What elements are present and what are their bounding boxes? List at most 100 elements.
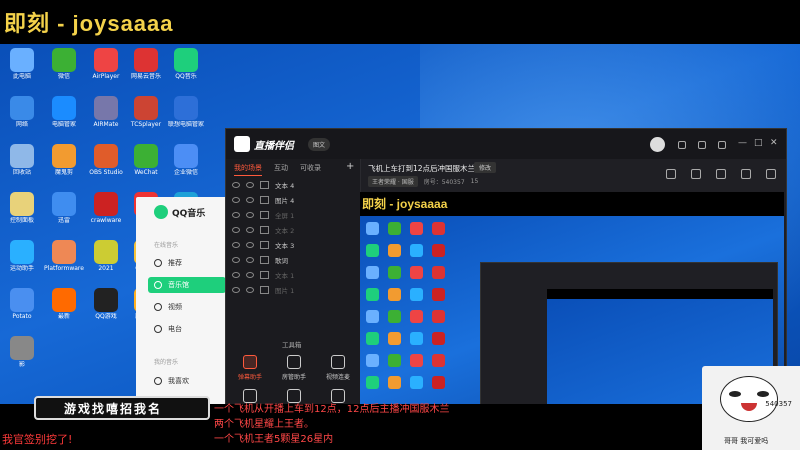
text-source-icon [260, 270, 269, 279]
lock-icon[interactable] [246, 241, 254, 248]
eye-icon[interactable] [232, 196, 240, 203]
app-icon [10, 144, 34, 168]
desktop-icon[interactable]: 控制面板 [0, 192, 44, 224]
shirt-icon[interactable] [678, 141, 686, 149]
desktop-icon[interactable]: 企业微信 [164, 144, 208, 176]
preview-app-icon [410, 266, 423, 279]
eye-icon[interactable] [232, 226, 240, 233]
lock-icon[interactable] [246, 196, 254, 203]
desktop-icon[interactable]: Platformware [42, 240, 86, 272]
desktop-icon[interactable]: 迅雷 [42, 192, 86, 224]
desktop-icon[interactable]: 电脑管家 [42, 96, 86, 128]
camera-caption: 哥哥 我可爱吗 [724, 437, 769, 445]
announcement-1: 一个飞机从开播上车到12点，12点后主播冲国服木兰 [214, 404, 450, 415]
desktop-icon[interactable]: 回收站 [0, 144, 44, 176]
desktop-icon[interactable]: 微信 [42, 48, 86, 80]
scene-source-row[interactable]: 文本 3 [232, 237, 354, 252]
minimize-button[interactable]: — [738, 138, 747, 148]
tool-icon [243, 389, 257, 403]
scene-source-row[interactable]: 文本 1 [232, 267, 354, 282]
toolbox-item[interactable]: 房管助手 [274, 355, 314, 381]
desktop-icon[interactable]: QQ音乐 [164, 48, 208, 80]
preview-app-icon [388, 332, 401, 345]
desktop-icon[interactable]: 2021 [84, 240, 128, 272]
share-icon[interactable] [766, 169, 776, 179]
add-scene-button[interactable]: + [346, 161, 354, 172]
desktop-icon[interactable]: QQ游戏 [84, 288, 128, 320]
lock-icon[interactable] [246, 226, 254, 233]
desktop-icon[interactable]: 魔鬼剪 [42, 144, 86, 176]
avatar[interactable] [650, 137, 665, 152]
section-mine: 我的音乐 [154, 359, 179, 366]
nav-video[interactable]: 视频 [148, 299, 226, 315]
tool-icon [287, 355, 301, 369]
announcement-3: 一个飞机王者5颗星26星内 [214, 434, 334, 445]
desktop-icon[interactable]: 网易云音乐 [124, 48, 168, 80]
desktop-icon[interactable]: 联想电脑管家 [164, 96, 208, 128]
screen-icon[interactable] [666, 169, 676, 179]
desktop-icon[interactable]: 此电脑 [0, 48, 44, 80]
help-icon[interactable] [718, 141, 726, 149]
desktop-icon-label: crawlware [90, 217, 122, 224]
scene-tabs: 我的场景 互动 可收录 [234, 163, 321, 176]
app-icon [94, 240, 118, 264]
nav-music-hall[interactable]: 音乐馆 [148, 277, 226, 293]
eye-icon[interactable] [232, 211, 240, 218]
preview-app-icon [366, 310, 379, 323]
scene-source-row[interactable]: 全屏 1 [232, 207, 354, 222]
toolbox-item[interactable]: 弹幕助手 [230, 355, 270, 381]
scene-source-row[interactable]: 图片 1 [232, 282, 354, 297]
desktop-icon-label: AIRMate [93, 121, 119, 128]
desktop-icon[interactable]: crawlware [84, 192, 128, 224]
lock-icon[interactable] [691, 169, 701, 179]
eye-icon[interactable] [232, 286, 240, 293]
nav-radio[interactable]: 电台 [148, 321, 226, 337]
desktop-icon[interactable]: WeChat [124, 144, 168, 176]
scene-source-row[interactable]: 图片 4 [232, 192, 354, 207]
tab-my-scenes[interactable]: 我的场景 [234, 163, 262, 176]
eye-icon[interactable] [232, 241, 240, 248]
toolbox-item[interactable]: 视频连麦 [318, 355, 358, 381]
mode-pill[interactable]: 图文 [308, 138, 331, 151]
eye-icon[interactable] [232, 271, 240, 278]
close-button[interactable]: ✕ [770, 138, 778, 148]
desktop-icon-label: 网易云音乐 [130, 73, 161, 80]
eye-icon[interactable] [232, 256, 240, 263]
desktop-icon[interactable]: 影 [0, 336, 44, 368]
bell-icon[interactable] [741, 169, 751, 179]
tab-interact[interactable]: 互动 [274, 163, 288, 176]
desktop-icon[interactable]: 网络 [0, 96, 44, 128]
lock-icon[interactable] [246, 271, 254, 278]
desktop-icon[interactable]: AirPlayer [84, 48, 128, 80]
scene-source-row[interactable]: 文本 4 [232, 177, 354, 192]
desktop-icon[interactable]: 运动助手 [0, 240, 44, 272]
app-icon [10, 48, 34, 72]
maximize-button[interactable]: □ [754, 138, 763, 148]
lock-icon[interactable] [246, 256, 254, 263]
desktop-icon[interactable]: AIRMate [84, 96, 128, 128]
lock-icon[interactable] [246, 211, 254, 218]
eye-icon[interactable] [232, 181, 240, 188]
category-tag[interactable]: 王者荣耀 · 国服 [368, 176, 418, 187]
nav-recommend[interactable]: 推荐 [148, 255, 226, 271]
scene-source-row[interactable]: 文本 2 [232, 222, 354, 237]
mic-icon[interactable] [716, 169, 726, 179]
scene-source-row[interactable]: 歌词 [232, 252, 354, 267]
desktop-icon[interactable]: TCSplayer [124, 96, 168, 128]
preview-app-icon [410, 288, 423, 301]
app-icon [174, 48, 198, 72]
desktop-icon[interactable]: 最新 [42, 288, 86, 320]
lock-icon[interactable] [246, 286, 254, 293]
desktop-icon[interactable]: Potato [0, 288, 44, 320]
heart-icon [154, 377, 162, 385]
qq-music-window: QQ音乐 在线音乐 推荐 音乐馆 视频 电台 我的音乐 我喜欢 [136, 197, 232, 404]
app-icon [10, 240, 34, 264]
preview-app-icon [432, 244, 445, 257]
lock-icon[interactable] [246, 181, 254, 188]
nav-favorites[interactable]: 我喜欢 [148, 373, 226, 389]
mail-icon[interactable] [698, 141, 706, 149]
desktop-icon[interactable]: OBS Studio [84, 144, 128, 176]
desktop-icon-label: 迅雷 [57, 217, 70, 224]
tab-collect[interactable]: 可收录 [300, 163, 321, 176]
edit-title-button[interactable]: 修改 [474, 162, 497, 173]
